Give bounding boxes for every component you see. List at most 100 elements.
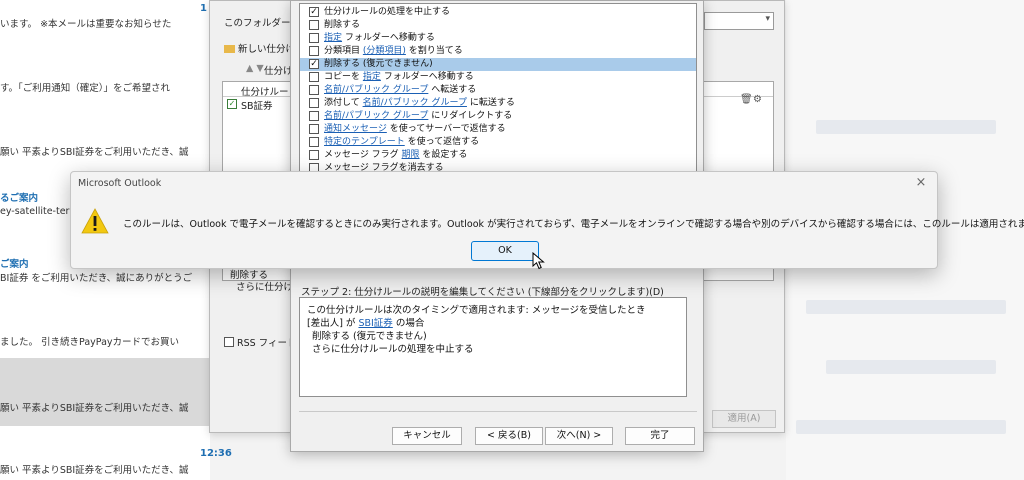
action-item[interactable]: 添付して 名前/パブリック グループ に転送する (300, 97, 696, 110)
action-item[interactable]: メッセージ フラグ 期限 を設定する (300, 149, 696, 162)
mail-preview: ey-satellite-ter (0, 206, 70, 217)
ok-button[interactable]: OK (471, 241, 539, 261)
action-item[interactable]: 特定のテンプレート を使って返信する (300, 136, 696, 149)
blurred-line (796, 420, 1006, 434)
action-link[interactable]: 名前/パブリック グループ (363, 98, 467, 108)
action-text: フォルダーへ移動する (342, 33, 435, 43)
action-text: 仕分けルールの処理を中止する (324, 7, 451, 17)
action-checkbox[interactable] (309, 85, 319, 95)
chevron-down-icon: ▾ (765, 14, 770, 24)
action-link[interactable]: 期限 (402, 150, 420, 160)
dialog-title: Microsoft Outlook (78, 178, 162, 189)
action-link[interactable]: 指定 (363, 72, 381, 82)
action-checkbox[interactable]: ✓ (309, 7, 319, 17)
close-icon[interactable]: × (911, 174, 931, 192)
action-item[interactable]: 名前/パブリック グループ へ転送する (300, 84, 696, 97)
rss-checkbox[interactable]: RSS フィード (224, 335, 297, 349)
settings-icon[interactable]: ⚙ (753, 94, 762, 105)
mail-preview: す。「ご利用通知（確定）」をご希望され (0, 83, 171, 94)
action-item[interactable]: 指定 フォルダーへ移動する (300, 32, 696, 45)
table-row[interactable]: ✓ SB証券 (224, 97, 284, 112)
cancel-button[interactable]: キャンセル (392, 427, 462, 445)
action-text: メッセージ フラグ (324, 150, 402, 160)
mail-preview: BI証券 をご利用いただき、誠にありがとうご (0, 273, 193, 284)
alert-message: このルールは、Outlook で電子メールを確認するときにのみ実行されます。Ou… (123, 219, 1024, 230)
action-text: 分類項目 (324, 46, 363, 56)
action-text: 添付して (324, 98, 363, 108)
blurred-line (826, 360, 996, 374)
mail-preview: 願い 平素よりSBI証券をご利用いただき、誠 (0, 147, 189, 158)
divider (299, 411, 697, 412)
action-text: を設定する (419, 150, 468, 160)
action-item[interactable]: 通知メッセージ を使ってサーバーで返信する (300, 123, 696, 136)
action-item[interactable]: 名前/パブリック グループ にリダイレクトする (300, 110, 696, 123)
action-link[interactable]: 指定 (324, 33, 342, 43)
rule-column-label: 仕分け (264, 66, 293, 77)
mail-preview: 願い 平素よりSBI証券をご利用いただき、誠 (0, 465, 189, 476)
action-checkbox[interactable] (309, 137, 319, 147)
action-text: に転送する (466, 98, 515, 108)
next-button[interactable]: 次へ(N) > (545, 427, 613, 445)
move-arrows-icon[interactable]: ▲ ▼ (246, 63, 264, 74)
mail-subject: ご案内 (0, 259, 29, 270)
new-rule-label: 新しい仕分け (238, 44, 296, 55)
action-checkbox[interactable] (309, 72, 319, 82)
action-text: を使ってサーバーで返信する (386, 124, 506, 134)
desc-line: この仕分けルールは次のタイミングで適用されます: メッセージを受信したとき (307, 305, 646, 316)
action-text: にリダイレクトする (428, 111, 513, 121)
mail-time: 12:36 (200, 448, 232, 459)
action-item[interactable]: ✓ 仕分けルールの処理を中止する (300, 6, 696, 19)
action-checkbox[interactable] (309, 33, 319, 43)
action-item[interactable]: ✓ 削除する (復元できません) (300, 58, 696, 71)
action-text: コピーを (324, 72, 363, 82)
checkbox-box (224, 337, 234, 347)
folder-icon (224, 45, 235, 53)
action-checkbox[interactable] (309, 46, 319, 56)
action-checkbox[interactable] (309, 124, 319, 134)
action-checkbox[interactable] (309, 111, 319, 121)
action-link[interactable]: (分類項目) (363, 46, 406, 56)
list-item[interactable]: 願い 平素よりSBI証券をご利用いただき、誠 (0, 458, 210, 478)
action-checkbox[interactable] (309, 98, 319, 108)
rule-description-box: この仕分けルールは次のタイミングで適用されます: メッセージを受信したとき [差… (299, 297, 687, 397)
blurred-line (816, 120, 996, 134)
action-item[interactable]: 分類項目 (分類項目) を割り当てる (300, 45, 696, 58)
action-checkbox[interactable]: ✓ (309, 59, 319, 69)
action-list: ✓ 仕分けルールの処理を中止する 削除する 指定 フォルダーへ移動する 分類項目 (分類… (299, 3, 697, 173)
mail-preview: ました。 引き続きPayPayカードでお買い (0, 337, 180, 348)
action-link[interactable]: 名前/パブリック グループ (324, 111, 428, 121)
folder-select[interactable]: ▾ (704, 12, 774, 30)
back-button[interactable]: < 戻る(B) (475, 427, 543, 445)
list-item[interactable]: 願い 平素よりSBI証券をご利用いただき、誠 (0, 358, 210, 426)
trash-icon[interactable]: 🗑 (740, 94, 753, 105)
list-item[interactable]: 願い 平素よりSBI証券をご利用いただき、誠 (0, 140, 210, 160)
list-item[interactable]: ました。 引き続きPayPayカードでお買い (0, 330, 210, 350)
desc-line: さらに仕分けルールの処理を中止する (312, 344, 474, 355)
blurred-line (806, 300, 1006, 314)
action-item[interactable]: 削除する (300, 19, 696, 32)
rules-header-label: 仕分けルー (241, 87, 289, 98)
outlook-alert-dialog: Microsoft Outlook × このルールは、Outlook で電子メー… (70, 171, 1024, 269)
action-text: を使って返信する (404, 137, 480, 147)
action-link[interactable]: 特定のテンプレート (324, 137, 405, 147)
action-link[interactable]: 通知メッセージ (324, 124, 387, 134)
list-item[interactable]: す。「ご利用通知（確定）」をご希望され (0, 76, 210, 96)
warning-icon (81, 208, 109, 234)
mail-preview: 願い 平素よりSBI証券をご利用いただき、誠 (0, 403, 189, 414)
desc-line: [差出人] が SBI証券 の場合 (307, 315, 424, 329)
apply-button[interactable]: 適用(A) (712, 410, 776, 428)
action-text: フォルダーへ移動する (380, 72, 474, 82)
action-link[interactable]: 名前/パブリック グループ (324, 85, 428, 95)
step2-label: ステップ 2: 仕分けルールの説明を編集してください (下線部分をクリックします… (301, 287, 664, 298)
new-rule-button[interactable]: 新しい仕分け (224, 41, 295, 55)
mail-preview: います。 ※本メールは重要なお知らせた (0, 19, 172, 30)
action-item[interactable]: コピーを 指定 フォルダーへ移動する (300, 71, 696, 84)
desc-line: 削除する (復元できません) (312, 331, 427, 342)
action-checkbox[interactable] (309, 20, 319, 30)
finish-button[interactable]: 完了 (625, 427, 695, 445)
action-checkbox[interactable] (309, 150, 319, 160)
action-text: へ転送する (428, 85, 477, 95)
mail-subject: るご案内 (0, 193, 39, 204)
list-item[interactable]: います。 ※本メールは重要なお知らせた (0, 10, 210, 30)
rule-checkbox[interactable]: ✓ (227, 99, 237, 109)
